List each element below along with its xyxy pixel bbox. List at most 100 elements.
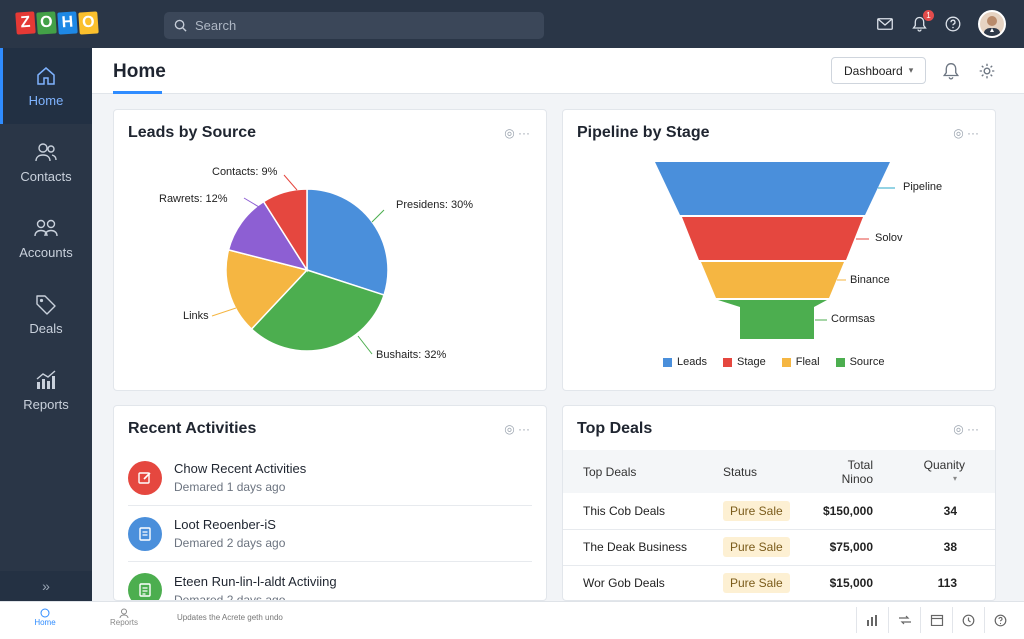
sort-icon: ▾: [952, 473, 957, 483]
pie-label: Rawrets: 12%: [159, 193, 228, 205]
bottom-nav-home[interactable]: Home: [25, 608, 65, 627]
pie-label: Presidens: 30%: [396, 199, 474, 211]
column-header-quantity[interactable]: Quanity ▾: [883, 450, 995, 493]
table-row[interactable]: The Deak Business Pure Sale $75,000 38: [563, 529, 995, 566]
bell-icon[interactable]: [942, 62, 960, 80]
sidebar-item-deals[interactable]: Deals: [0, 276, 92, 352]
table-row[interactable]: Wor Gob Deals Pure Sale $15,000 113: [563, 565, 995, 600]
page-title: Home: [113, 61, 166, 82]
activity-item[interactable]: Eteen Run-lin-l-aldt Activiing Demared 2 …: [128, 562, 532, 600]
activity-item[interactable]: Chow Recent Activities Demared 1 days ago: [128, 450, 532, 506]
contacts-icon: [35, 142, 57, 161]
funnel-label: Binance: [850, 274, 890, 286]
activity-item[interactable]: Loot Reoenber-iS Demared 2 days ago: [128, 506, 532, 562]
zoho-logo[interactable]: Z O H O: [15, 11, 99, 35]
status-badge: Pure Sale: [723, 573, 790, 593]
accounts-icon: [34, 219, 58, 236]
edit-icon: [128, 460, 162, 495]
activity-title: Chow Recent Activities: [174, 461, 307, 476]
bottom-nav-reports[interactable]: Reports: [104, 608, 144, 627]
legend-swatch: [781, 357, 791, 367]
deal-total: $75,000: [798, 529, 883, 566]
funnel-segment: [701, 262, 844, 298]
chart-legend: Leads Stage Fleal Source: [663, 356, 884, 368]
status-badge: Pure Sale: [723, 537, 790, 557]
leader-line: [283, 174, 298, 191]
pipeline-by-stage-card: Pipeline by Stage ◎ ··· Pipeline Solov B…: [562, 109, 996, 391]
recent-activities-card: Recent Activities ◎ ··· Chow Recent Acti…: [113, 405, 547, 601]
logo-letter: H: [57, 11, 78, 35]
column-header[interactable]: Top Deals: [563, 450, 703, 493]
legend-swatch: [663, 357, 672, 367]
status-badge: Pure Sale: [723, 500, 790, 521]
deal-name[interactable]: Wor Gob Deals: [563, 565, 703, 600]
dashboard-dropdown[interactable]: Dashboard ▾: [831, 57, 927, 84]
clock-icon[interactable]: [952, 607, 984, 633]
sidebar-item-reports[interactable]: Reports: [0, 352, 92, 428]
dashboard-label: Dashboard: [844, 63, 903, 78]
sidebar-item-label: Accounts: [19, 244, 73, 260]
card-options-icon[interactable]: ◎ ···: [953, 422, 979, 436]
user-avatar[interactable]: [978, 10, 1006, 38]
calendar-icon[interactable]: [920, 607, 952, 633]
notification-badge: 1: [923, 10, 934, 21]
card-options-icon[interactable]: ◎ ···: [504, 422, 530, 436]
funnel-label: Pipeline: [903, 181, 943, 193]
help-icon[interactable]: [984, 607, 1016, 633]
chat-icon: [40, 608, 50, 618]
activity-title: Loot Reoenber-iS: [174, 517, 276, 532]
deal-quantity: 34: [883, 493, 995, 530]
home-icon: [37, 66, 55, 85]
reports-icon: [36, 369, 56, 389]
sidebar-item-contacts[interactable]: Contacts: [0, 124, 92, 200]
deal-name[interactable]: The Deak Business: [563, 529, 703, 566]
legend-label: Source: [849, 356, 885, 368]
column-header-label: Quanity: [923, 457, 965, 472]
legend-item: Source: [835, 356, 885, 368]
column-header[interactable]: Status: [703, 450, 798, 493]
sidebar-item-label: Home: [28, 92, 64, 108]
mail-icon[interactable]: [876, 15, 894, 33]
sidebar: Home Contacts Accounts Deals Reports »: [0, 48, 92, 601]
search-input[interactable]: [195, 18, 515, 33]
note-icon: [128, 516, 162, 551]
column-header[interactable]: Total Ninoo: [798, 450, 883, 493]
table-row[interactable]: This Cob Deals Pure Sale $150,000 34: [563, 493, 995, 530]
deal-quantity: 38: [883, 529, 995, 566]
card-title: Top Deals: [577, 420, 653, 437]
sidebar-collapse-button[interactable]: »: [0, 571, 92, 601]
logo-letter: O: [78, 11, 99, 35]
pie-label: Links: [183, 310, 209, 322]
legend-label: Stage: [736, 356, 766, 368]
deals-icon: [36, 294, 56, 315]
legend-label: Leads: [677, 356, 707, 368]
deals-table: Top Deals Status Total Ninoo Quanity ▾ T…: [563, 450, 995, 600]
legend-swatch: [835, 357, 845, 367]
help-icon[interactable]: [944, 15, 962, 33]
leader-line: [211, 307, 237, 317]
gear-icon[interactable]: [978, 62, 996, 80]
main-content: Home Dashboard ▾ Leads by Source ◎ ··· C…: [92, 48, 1024, 601]
list-icon: [128, 573, 162, 600]
activity-time: Demared 2 days ago: [174, 536, 286, 550]
sidebar-item-home[interactable]: Home: [0, 48, 92, 124]
share-icon[interactable]: [888, 607, 920, 633]
sidebar-item-label: Reports: [23, 396, 69, 412]
search-icon: [174, 19, 187, 32]
deal-quantity: 113: [883, 565, 995, 600]
chart-icon[interactable]: [856, 607, 888, 633]
pie-label: Contacts: 9%: [212, 166, 278, 178]
activity-time: Demared 1 days ago: [174, 480, 286, 494]
sidebar-item-accounts[interactable]: Accounts: [0, 200, 92, 276]
funnel-segment: [682, 217, 863, 260]
deal-status-cell: Pure Sale: [703, 529, 798, 566]
deal-name[interactable]: This Cob Deals: [563, 493, 703, 530]
leads-by-source-card: Leads by Source ◎ ··· Contacts: 9% Rawre…: [113, 109, 547, 391]
legend-item: Fleal: [781, 356, 820, 368]
search-bar[interactable]: [164, 12, 544, 39]
sidebar-item-label: Contacts: [20, 168, 72, 184]
sidebar-item-label: Deals: [29, 320, 63, 336]
bottom-nav-label: Reports: [109, 618, 138, 627]
bell-icon[interactable]: 1: [910, 10, 934, 33]
activity-title: Eteen Run-lin-l-aldt Activiing: [174, 573, 337, 589]
